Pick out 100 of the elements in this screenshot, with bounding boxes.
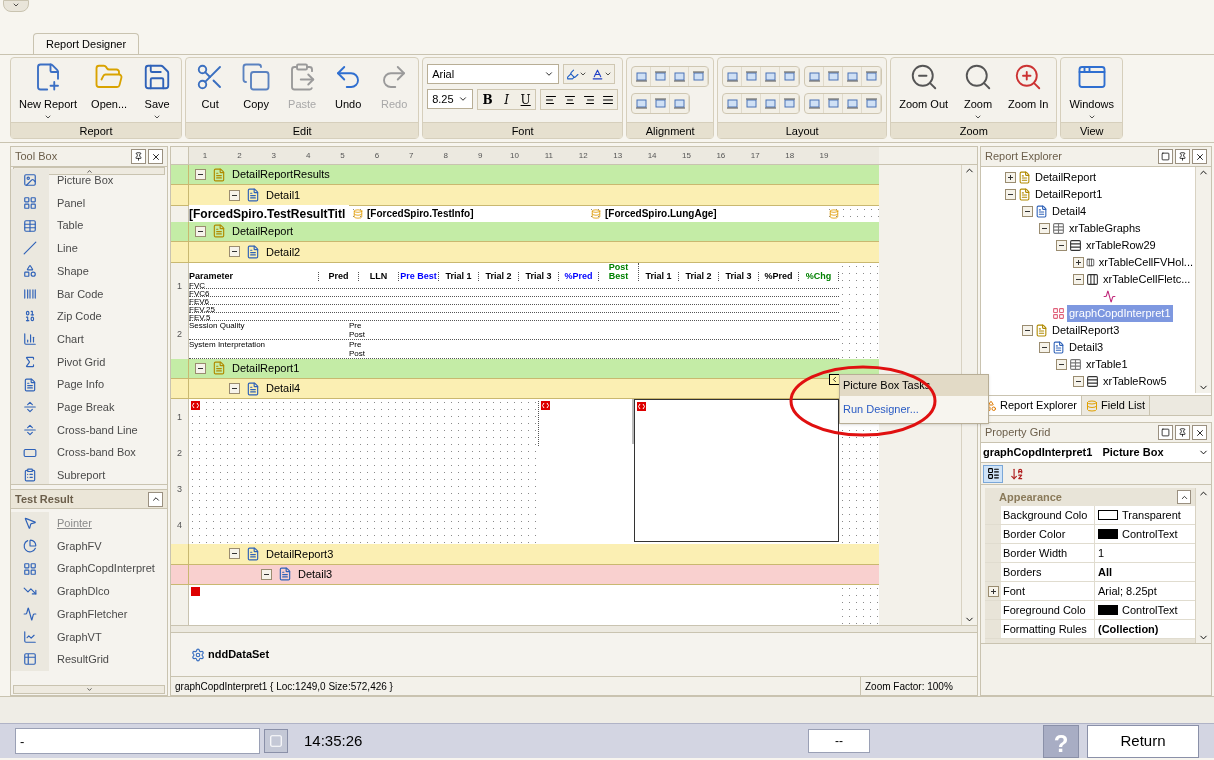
toolbox-item[interactable]: Pivot Grid: [11, 350, 167, 374]
scroll-up-icon[interactable]: [85, 168, 93, 175]
data-field[interactable]: [ForcedSpiro.TestInfo]: [367, 206, 587, 222]
toolbox-item[interactable]: Page Info: [11, 373, 167, 396]
collapse-icon[interactable]: [229, 383, 240, 395]
toolbox-item[interactable]: Picture Box: [11, 169, 167, 192]
ribbon-tab[interactable]: Report Designer: [33, 33, 140, 54]
report-band[interactable]: Detail1: [171, 185, 879, 206]
tree-item[interactable]: Detail4: [1050, 203, 1089, 220]
collapse-icon[interactable]: [1056, 240, 1067, 251]
font-style-button[interactable]: U: [516, 90, 536, 109]
toolbox-item[interactable]: GraphCopdInterpret: [11, 557, 167, 581]
ribbon-button[interactable]: Open...: [87, 58, 132, 122]
input-field[interactable]: -: [15, 728, 260, 754]
tree-item[interactable]: xrTableRow5: [1101, 373, 1169, 390]
toolbox-item[interactable]: ResultGrid: [11, 648, 167, 671]
collapse-icon[interactable]: [1022, 206, 1033, 217]
collapse-icon[interactable]: [229, 246, 240, 258]
collapse-icon[interactable]: [195, 169, 206, 181]
tree-item[interactable]: xrTableCellFVHol...: [1096, 254, 1195, 271]
collapse-icon[interactable]: [1039, 223, 1050, 234]
toolbox-item[interactable]: Zip Code: [11, 305, 167, 328]
scrollbar[interactable]: [1195, 167, 1211, 393]
tree-item[interactable]: xrTable1: [1084, 356, 1130, 373]
toolbox-item[interactable]: GraphDlco: [11, 580, 167, 603]
component-tray-item[interactable]: nddDataSet: [191, 646, 270, 663]
collapse-icon[interactable]: [1073, 274, 1084, 285]
ribbon-button[interactable]: Copy: [236, 58, 277, 122]
tree-item[interactable]: xrTableRow29: [1084, 237, 1158, 254]
value-field[interactable]: --: [808, 729, 870, 753]
toolbox-item[interactable]: GraphVT: [11, 625, 167, 649]
report-band[interactable]: DetailReportResults: [171, 165, 879, 186]
maximize-button[interactable]: [1158, 425, 1173, 440]
dropdown-icon[interactable]: [544, 69, 555, 79]
property-value[interactable]: 1: [1098, 544, 1105, 562]
expand-icon[interactable]: [987, 585, 999, 597]
toolbox-item[interactable]: Panel: [11, 191, 167, 215]
tree-item[interactable]: DetailReport3: [1050, 322, 1122, 339]
toolbox-item[interactable]: Cross-band Box: [11, 441, 167, 464]
report-band[interactable]: Detail3: [171, 564, 879, 585]
collapse-icon[interactable]: [1056, 359, 1067, 370]
collapse-icon[interactable]: [195, 362, 206, 374]
smart-tag-icon[interactable]: [830, 375, 839, 384]
toolbox-item[interactable]: GraphFletcher: [11, 602, 167, 626]
property-value[interactable]: All: [1098, 563, 1113, 581]
report-band[interactable]: Detail2: [171, 242, 879, 263]
collapse-icon[interactable]: [1073, 376, 1084, 387]
close-button[interactable]: [148, 149, 163, 164]
close-button[interactable]: [1192, 425, 1207, 440]
pin-button[interactable]: [1175, 425, 1190, 440]
expand-icon[interactable]: [1073, 257, 1084, 268]
picture-box[interactable]: [634, 399, 839, 543]
maximize-button[interactable]: [1158, 149, 1173, 164]
tree-item[interactable]: xrTableGraphs: [1067, 220, 1143, 237]
collapse-icon[interactable]: [150, 494, 161, 504]
report-band[interactable]: DetailReport3: [171, 544, 879, 565]
collapse-icon[interactable]: [229, 548, 240, 560]
ribbon-button[interactable]: Windows: [1065, 58, 1119, 122]
ribbon-button[interactable]: New Report: [15, 58, 82, 122]
toolbox-item[interactable]: Shape: [11, 259, 167, 283]
font-style-button[interactable]: B: [478, 90, 498, 109]
report-band[interactable]: DetailReport: [171, 221, 879, 243]
ribbon-button[interactable]: Zoom: [958, 58, 999, 122]
group-header[interactable]: Test Result: [11, 489, 167, 509]
categorized-button[interactable]: [983, 464, 1003, 483]
toolbox-item[interactable]: Subreport: [11, 463, 167, 484]
dropdown-icon[interactable]: [458, 94, 469, 104]
toolbox-item[interactable]: Line: [11, 237, 167, 260]
toolbox-item[interactable]: Chart: [11, 327, 167, 351]
collapse-icon[interactable]: [1022, 325, 1033, 336]
collapse-icon[interactable]: [1039, 342, 1050, 353]
pin-button[interactable]: [1175, 149, 1190, 164]
horizontal-scrollbar[interactable]: [171, 625, 977, 633]
expand-icon[interactable]: [1005, 172, 1016, 183]
font-size-field[interactable]: 8.25: [427, 89, 474, 109]
collapse-icon[interactable]: [261, 568, 272, 580]
object-selector[interactable]: graphCopdInterpret1 Picture Box: [981, 443, 1211, 463]
toolbox-item[interactable]: Bar Code: [11, 282, 167, 306]
font-field[interactable]: Arial: [427, 64, 560, 84]
scroll-down-icon[interactable]: [85, 686, 93, 693]
ribbon-button[interactable]: Save: [137, 58, 178, 122]
tree-item[interactable]: xrTableCellFletc...: [1101, 271, 1193, 288]
return-button[interactable]: Return: [1087, 724, 1199, 758]
font-style-button[interactable]: I: [497, 90, 517, 109]
toolbox-item[interactable]: Page Break: [11, 395, 167, 419]
collapse-icon[interactable]: [229, 189, 240, 201]
window-button[interactable]: [264, 729, 288, 753]
ribbon-button[interactable]: Undo: [328, 58, 369, 122]
tree-item[interactable]: Detail3: [1067, 339, 1106, 356]
toolbox-item[interactable]: GraphFV: [11, 534, 167, 558]
ribbon-button[interactable]: Cut: [190, 58, 231, 122]
scrollbar[interactable]: [1195, 488, 1211, 643]
ribbon-button[interactable]: Zoom In: [1004, 58, 1053, 122]
collapse-icon[interactable]: [1005, 189, 1016, 200]
pin-button[interactable]: [131, 149, 146, 164]
toolbox-item[interactable]: Table: [11, 214, 167, 238]
tree-item[interactable]: DetailReport1: [1033, 186, 1105, 203]
tree-item[interactable]: DetailReport: [1033, 169, 1099, 186]
ribbon-button[interactable]: Zoom Out: [895, 58, 953, 122]
data-field[interactable]: [ForcedSpiro.LungAge]: [605, 206, 825, 222]
